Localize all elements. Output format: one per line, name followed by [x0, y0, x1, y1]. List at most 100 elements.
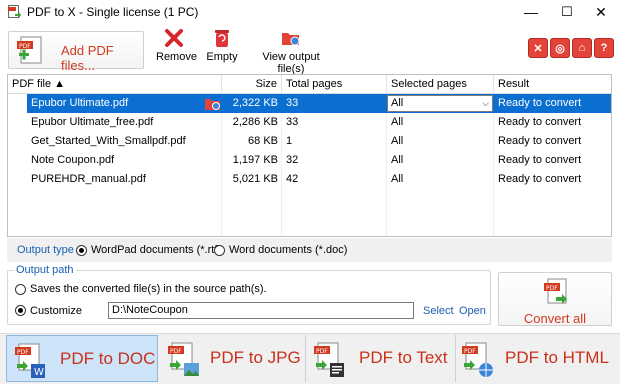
chevron-down-icon: ⌵ — [482, 98, 489, 108]
cell-size: 2,322 KB — [232, 97, 278, 109]
output-path-label: Output path — [14, 264, 76, 276]
table-row[interactable]: PUREHDR_manual.pdf 5,021 KB 42 All Ready… — [8, 170, 611, 189]
table-row[interactable]: Get_Started_With_Smallpdf.pdf 68 KB 1 Al… — [8, 132, 611, 151]
cell-size: 5,021 KB — [232, 173, 278, 185]
pdf-file-table: PDF file ▲ Size Total pages Selected pag… — [7, 74, 612, 237]
remove-x-icon — [165, 29, 183, 47]
toolbar: PDF Add PDF files... Remove Empty View o… — [0, 24, 620, 75]
convert-pdf-icon: PDF — [544, 278, 567, 304]
doc-radio[interactable] — [214, 245, 225, 256]
col-pdf-file[interactable]: PDF file ▲ — [8, 75, 222, 94]
close-icon: ✕ — [595, 3, 607, 20]
tab-pdf-to-jpg[interactable]: PDF PDF to JPG — [160, 335, 306, 382]
pdf-to-text-icon: PDF — [314, 342, 344, 377]
cell-size: 1,197 KB — [232, 154, 278, 166]
cell-file: PUREHDR_manual.pdf — [31, 173, 146, 185]
exit-button[interactable]: ✕ — [528, 38, 548, 58]
table-row[interactable]: Epubor Ultimate_free.pdf 2,286 KB 33 All… — [8, 113, 611, 132]
cell-selected: All — [391, 116, 404, 128]
cell-selected: All — [391, 154, 404, 166]
select-link[interactable]: Select — [423, 305, 454, 317]
conversion-tabs: PDF W PDF to DOC PDF PDF to JPG PDF PDF … — [0, 333, 620, 384]
minimize-icon: — — [524, 4, 538, 20]
cell-result: Ready to convert — [498, 116, 582, 128]
view-output-label: View output file(s) — [262, 51, 320, 75]
cell-pages: 33 — [286, 116, 299, 128]
table-row[interactable]: Epubor Ultimate.pdf 2,322 KB 33 All ⌵ Re… — [8, 94, 611, 113]
tab-pdf-to-html[interactable]: PDF PDF to HTML — [456, 335, 616, 382]
output-path-input[interactable]: D:\NoteCoupon — [108, 302, 414, 319]
cell-file: Epubor Ultimate_free.pdf — [31, 116, 154, 128]
table-header: PDF file ▲ Size Total pages Selected pag… — [8, 75, 611, 94]
home-button[interactable]: ⌂ — [572, 38, 592, 58]
source-path-radio[interactable] — [15, 284, 26, 295]
selected-pages-dropdown[interactable]: All ⌵ — [387, 95, 493, 112]
rtf-option-label[interactable]: WordPad documents (*.rtf) — [91, 244, 221, 256]
add-pdf-files-label: Add PDF files... — [61, 43, 114, 73]
col-total-pages[interactable]: Total pages — [282, 75, 387, 94]
tab-pdf-to-text[interactable]: PDF PDF to Text — [306, 335, 456, 382]
cell-size: 2,286 KB — [232, 116, 278, 128]
output-type-bar: Output type WordPad documents (*.rtf) Wo… — [7, 238, 612, 262]
svg-text:PDF: PDF — [17, 349, 29, 356]
empty-label: Empty — [206, 51, 238, 63]
doc-option-label[interactable]: Word documents (*.doc) — [229, 244, 347, 256]
tab-pdf-to-doc-label: PDF to DOC — [60, 349, 156, 368]
cell-file: Get_Started_With_Smallpdf.pdf — [31, 135, 186, 147]
help-icon: ? — [600, 42, 608, 54]
website-button[interactable]: ◎ — [550, 38, 570, 58]
table-row[interactable]: Note Coupon.pdf 1,197 KB 32 All Ready to… — [8, 151, 611, 170]
col-result[interactable]: Result — [494, 75, 611, 94]
pdf-to-jpg-icon: PDF — [168, 342, 199, 376]
col-selected-pages[interactable]: Selected pages — [387, 75, 494, 94]
cell-pages: 33 — [286, 97, 299, 109]
customize-radio[interactable] — [15, 305, 26, 316]
tab-pdf-to-text-label: PDF to Text — [359, 348, 448, 367]
cell-pages: 1 — [286, 135, 293, 147]
svg-text:PDF: PDF — [464, 348, 476, 355]
folder-open-icon[interactable] — [204, 95, 222, 112]
svg-text:PDF: PDF — [316, 348, 328, 355]
convert-all-button[interactable]: PDF Convert all — [498, 272, 612, 326]
cell-size: 68 KB — [248, 135, 278, 147]
trash-icon — [215, 30, 229, 47]
customize-label[interactable]: Customize — [30, 305, 82, 317]
cell-result: Ready to convert — [498, 97, 582, 109]
rtf-radio[interactable] — [76, 245, 87, 256]
remove-label: Remove — [156, 51, 197, 63]
close-window-button[interactable]: ✕ — [578, 0, 620, 24]
open-link[interactable]: Open — [459, 305, 486, 317]
output-type-label: Output type — [17, 244, 74, 256]
pdf-to-doc-icon: PDF W — [15, 343, 45, 378]
cell-pages: 42 — [286, 173, 299, 185]
source-path-label[interactable]: Saves the converted file(s) in the sourc… — [30, 283, 267, 295]
pdf-to-html-icon: PDF — [462, 342, 493, 377]
cell-file: Epubor Ultimate.pdf — [31, 97, 129, 109]
help-button[interactable]: ? — [594, 38, 614, 58]
svg-text:PDF: PDF — [546, 285, 558, 292]
svg-text:W: W — [34, 367, 44, 378]
window-title: PDF to X - Single license (1 PC) — [27, 5, 199, 19]
view-output-files-button[interactable]: View output file(s) — [252, 28, 330, 75]
remove-button[interactable]: Remove — [156, 28, 197, 63]
cell-pages: 32 — [286, 154, 299, 166]
folder-view-icon — [282, 33, 300, 46]
cell-result: Ready to convert — [498, 135, 582, 147]
cell-selected: All — [391, 173, 404, 185]
svg-text:PDF: PDF — [170, 348, 182, 355]
empty-button[interactable]: Empty — [206, 28, 238, 63]
title-bar: PDF to X - Single license (1 PC) — ☐ ✕ — [0, 0, 620, 24]
add-pdf-icon: PDF — [17, 36, 42, 64]
cell-file: Note Coupon.pdf — [31, 154, 115, 166]
maximize-icon: ☐ — [561, 4, 573, 19]
cell-result: Ready to convert — [498, 173, 582, 185]
col-size[interactable]: Size — [222, 75, 282, 94]
tab-pdf-to-doc[interactable]: PDF W PDF to DOC — [6, 335, 158, 382]
app-pdf-icon — [8, 5, 21, 18]
cell-result: Ready to convert — [498, 154, 582, 166]
add-pdf-files-button[interactable]: PDF Add PDF files... — [8, 31, 144, 73]
home-icon: ⌂ — [578, 42, 586, 54]
selected-pages-value: All — [391, 97, 404, 109]
tab-pdf-to-jpg-label: PDF to JPG — [210, 348, 301, 367]
tab-pdf-to-html-label: PDF to HTML — [505, 348, 609, 367]
